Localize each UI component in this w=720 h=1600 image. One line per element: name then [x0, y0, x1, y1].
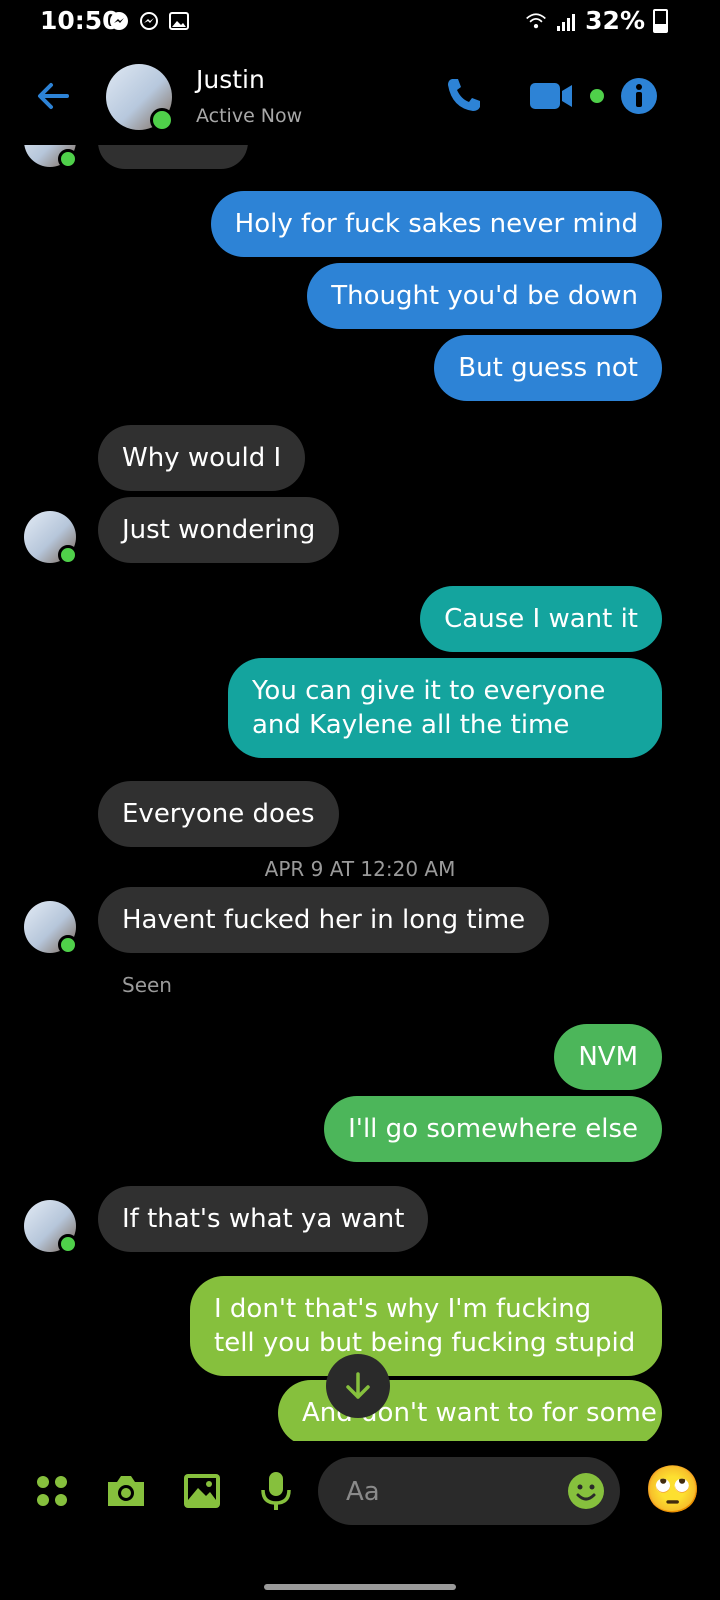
contact-name[interactable]: Justin: [196, 65, 265, 94]
camera-icon[interactable]: [102, 1467, 150, 1515]
message-thread[interactable]: Holy for fuck sakes never mind Thought y…: [0, 145, 720, 1441]
quick-reaction-button[interactable]: 🙄: [644, 1461, 701, 1517]
contact-avatar-small[interactable]: [24, 511, 78, 565]
emoji-icon[interactable]: [566, 1471, 606, 1511]
info-icon[interactable]: [620, 77, 658, 119]
contact-avatar-small[interactable]: [24, 1200, 78, 1254]
battery-percent: 32%: [585, 6, 645, 35]
signal-icon: [555, 10, 577, 32]
message-outgoing[interactable]: NVM: [554, 1024, 662, 1090]
message-outgoing[interactable]: But guess not: [434, 335, 662, 401]
status-bar: 10:50 32%: [0, 0, 720, 48]
message-incoming[interactable]: Just wondering: [98, 497, 340, 563]
home-indicator[interactable]: [264, 1584, 456, 1590]
phone-icon[interactable]: [444, 75, 484, 119]
message-input-container[interactable]: [318, 1457, 620, 1525]
video-active-dot: [590, 89, 604, 103]
apps-icon[interactable]: [28, 1467, 76, 1515]
messenger-icon: [138, 10, 160, 32]
message-timestamp: APR 9 AT 12:20 AM: [264, 857, 456, 881]
message-outgoing[interactable]: Cause I want it: [420, 586, 662, 652]
image-icon[interactable]: [178, 1467, 226, 1515]
wifi-icon: [525, 10, 547, 32]
status-right: 32%: [525, 6, 668, 35]
online-indicator: [150, 108, 174, 132]
message-incoming[interactable]: Havent fucked her in long time: [98, 887, 550, 953]
microphone-icon[interactable]: [252, 1467, 300, 1515]
contact-avatar[interactable]: [106, 64, 174, 132]
scroll-to-bottom-button[interactable]: [326, 1354, 390, 1418]
contact-status: Active Now: [196, 105, 303, 127]
message-input[interactable]: [344, 1469, 548, 1515]
contact-avatar-small[interactable]: [24, 901, 78, 955]
notification-icons: [108, 10, 190, 32]
message-outgoing[interactable]: Thought you'd be down: [307, 263, 662, 329]
message-outgoing[interactable]: You can give it to everyone and Kaylene …: [228, 658, 662, 758]
arrow-down-icon: [346, 1372, 370, 1399]
messenger-icon: [108, 10, 130, 32]
message-outgoing[interactable]: I don't that's why I'm fucking tell you …: [190, 1276, 662, 1376]
seen-indicator: Seen: [122, 973, 172, 997]
message-bubble-partial[interactable]: [98, 145, 248, 169]
message-incoming[interactable]: If that's what ya want: [98, 1186, 429, 1252]
video-icon[interactable]: [528, 81, 576, 117]
gallery-icon: [168, 10, 190, 32]
message-composer: 🙄: [0, 1441, 720, 1551]
contact-avatar-small: [24, 145, 78, 169]
battery-icon: [653, 8, 668, 33]
message-outgoing[interactable]: Holy for fuck sakes never mind: [210, 191, 662, 257]
message-incoming[interactable]: Everyone does: [98, 781, 339, 847]
message-incoming[interactable]: Why would I: [98, 425, 306, 491]
battery-fill: [655, 24, 666, 31]
message-outgoing[interactable]: I'll go somewhere else: [324, 1096, 662, 1162]
back-arrow-icon[interactable]: [34, 77, 72, 115]
conversation-header: Justin Active Now: [0, 55, 720, 145]
